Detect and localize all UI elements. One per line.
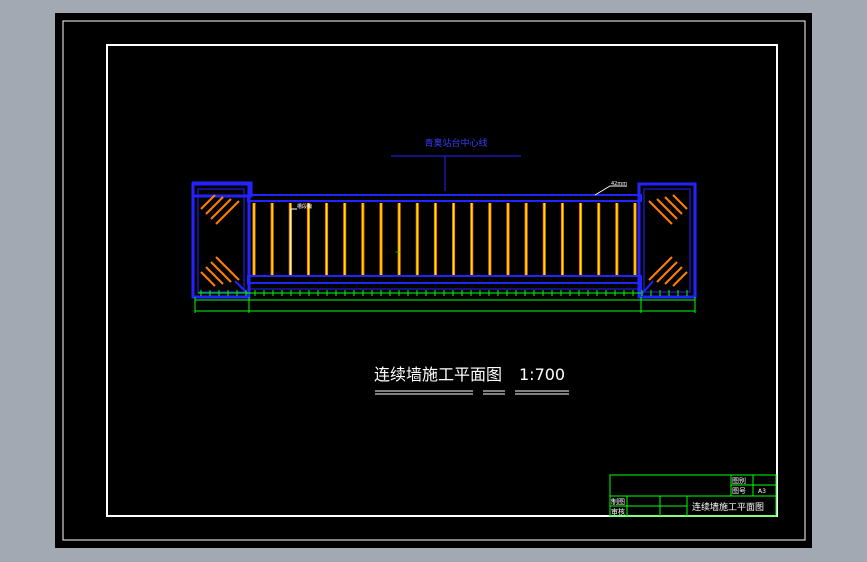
drawing-frame (106, 44, 778, 517)
title-block-review-label: 审核 (611, 507, 625, 516)
title-block-drawing-name: 连续墙施工平面图 (692, 501, 764, 513)
drawing-title: 连续墙施工平面图 (374, 365, 502, 384)
drawing-scale: 1:700 (519, 365, 565, 384)
cad-viewport[interactable]: 青奥站台中心线 槽段编 42mm mm 连续墙施工平面图 1:700 图别 图号… (55, 13, 812, 548)
rebar-panels (252, 203, 637, 275)
annotation-label: 槽段编 (297, 203, 312, 210)
title-block-row2-label: 图号 (732, 487, 746, 495)
top-wall (247, 194, 642, 202)
mid-note: mm (395, 250, 401, 254)
title-block-drawn-label: 制图 (611, 497, 625, 506)
title-block-row1-label: 图别 (732, 476, 746, 485)
wall-label-leader (594, 185, 611, 196)
title-block-row2-value: A3 (758, 488, 766, 495)
right-end-well (637, 182, 697, 299)
drawing-canvas: 青奥站台中心线 槽段编 42mm mm 连续墙施工平面图 1:700 图别 图号… (62, 20, 806, 541)
center-line-label: 青奥站台中心线 (424, 137, 487, 149)
left-end-well (191, 181, 253, 299)
wall-label: 42mm (611, 181, 627, 187)
bottom-wall (247, 275, 642, 284)
title-underline (375, 390, 569, 395)
dimension-lines (194, 290, 696, 313)
